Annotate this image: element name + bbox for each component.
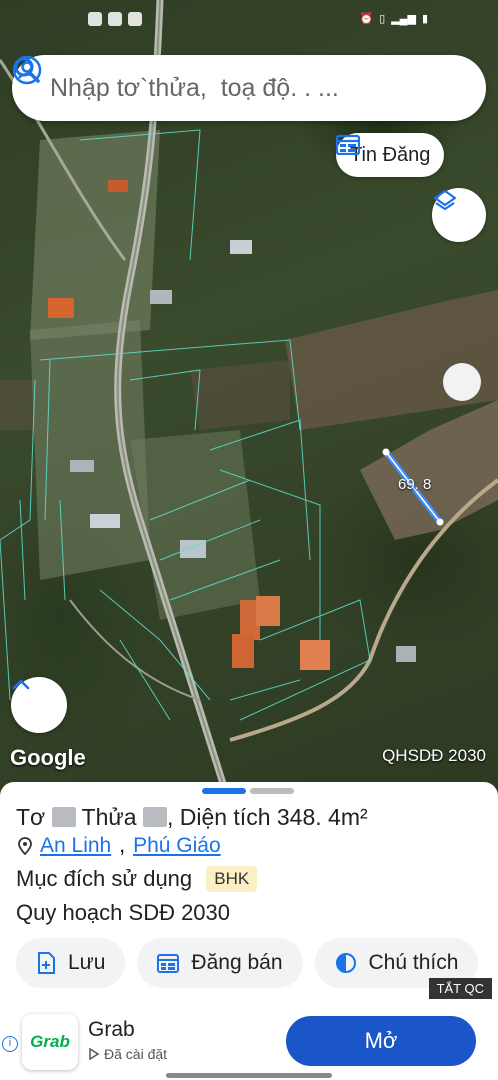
title-prefix: Tơ	[16, 804, 46, 830]
add-doc-icon	[38, 952, 55, 974]
map-view[interactable]: ⏰ ▯ ▂▄▆ ▮ Tin Đăng	[0, 0, 498, 800]
notification-icons	[88, 12, 142, 26]
sheet-handle[interactable]	[202, 788, 294, 794]
battery-icon: ▮	[421, 13, 428, 25]
map-control-dot[interactable]	[443, 363, 481, 401]
purpose-label: Mục đích sử dụng	[16, 866, 193, 891]
parcel-info-sheet[interactable]: Tơ Thửa , Diện tích 348. 4m² An Linh, Ph…	[0, 782, 498, 1080]
signal-icon: ▂▄▆	[391, 13, 416, 25]
plan-row: Quy hoạch SDĐ 2030	[16, 900, 231, 925]
alarm-icon: ⏰	[359, 13, 374, 25]
location-pin-icon	[18, 837, 32, 855]
gesture-nav-bar[interactable]	[166, 1073, 332, 1078]
tin-dang-label: Tin Đăng	[350, 143, 431, 166]
layers-button[interactable]	[432, 188, 486, 242]
installed-label: Đã cài đặt	[104, 1046, 168, 1062]
ad-banner[interactable]: i Grab Grab Đã cài đặt Mở	[0, 1008, 498, 1080]
tin-dang-button[interactable]: Tin Đăng	[336, 133, 445, 177]
search-bar[interactable]	[12, 55, 486, 121]
action-chips: Lưu Đăng bán Chú thích	[16, 938, 479, 988]
zalo-icon	[88, 12, 102, 26]
installed-status: Đã cài đặt	[88, 1046, 167, 1062]
search-icon[interactable]	[12, 55, 42, 85]
parcel-title: Tơ Thửa , Diện tích 348. 4m²	[16, 804, 368, 831]
purpose-row: Mục đích sử dụng BHK	[16, 866, 258, 892]
listing-icon	[336, 134, 360, 155]
vibrate-icon: ▯	[379, 13, 386, 25]
google-logo: Google	[10, 745, 86, 770]
ad-off-button[interactable]: TẮT QC	[428, 978, 492, 999]
status-bar: ⏰ ▯ ▂▄▆ ▮	[0, 0, 498, 40]
ad-app-name: Grab	[88, 1018, 135, 1041]
commune-link[interactable]: An Linh	[40, 834, 111, 858]
play-store-icon	[89, 1048, 100, 1060]
redacted-block	[142, 807, 167, 827]
calendar-icon	[157, 954, 180, 973]
app-notification-icon	[128, 12, 142, 26]
chevron-up-icon	[12, 679, 30, 690]
search-input[interactable]	[50, 73, 470, 103]
title-mid: Thửa	[81, 804, 137, 830]
half-circle-icon	[335, 953, 356, 973]
open-app-button[interactable]: Mở	[286, 1016, 476, 1066]
district-link[interactable]: Phú Giáo	[133, 834, 221, 858]
system-icons: ⏰ ▯ ▂▄▆ ▮	[359, 12, 428, 25]
legend-label: Chú thích	[368, 951, 459, 974]
plan-layer-label: QHSDĐ 2030	[382, 746, 486, 765]
grab-app-icon[interactable]: Grab	[22, 1014, 78, 1070]
location-row: An Linh, Phú Giáo	[18, 834, 221, 858]
expand-up-button[interactable]	[11, 677, 67, 733]
post-sale-label: Đăng bán	[191, 951, 283, 974]
place-separator: ,	[119, 834, 126, 857]
save-button[interactable]: Lưu	[16, 938, 126, 988]
layers-icon	[433, 189, 457, 211]
title-suffix: , Diện tích 348. 4m²	[166, 804, 368, 830]
redacted-block	[51, 807, 76, 827]
save-label: Lưu	[68, 951, 106, 974]
info-icon[interactable]: i	[2, 1036, 18, 1052]
measure-label: 69. 8	[398, 476, 432, 493]
post-sale-button[interactable]: Đăng bán	[137, 938, 303, 988]
purpose-badge: BHK	[206, 866, 258, 892]
facebook-icon	[108, 12, 122, 26]
